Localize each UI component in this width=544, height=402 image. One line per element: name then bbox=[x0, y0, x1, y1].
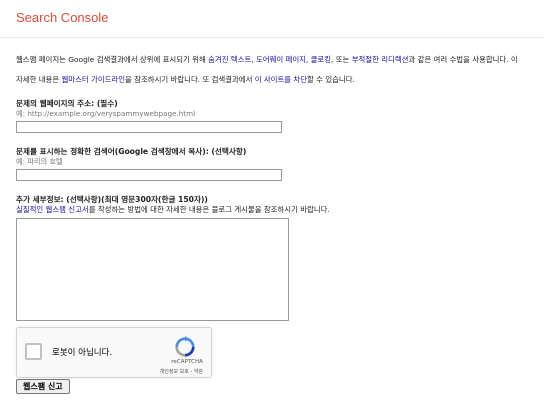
intro-text: 할 수 있습니다. bbox=[307, 75, 355, 84]
details-textarea[interactable] bbox=[16, 218, 289, 321]
recaptcha-checkbox[interactable] bbox=[25, 343, 42, 360]
block-site-link[interactable]: 이 사이트를 차단 bbox=[255, 75, 307, 84]
intro-paragraph-2: 자세한 내용은 웹마스터 가이드라인을 참조하시기 바랍니다. 또 검색결과에서… bbox=[16, 75, 544, 85]
intro-text: 웹스팸 페이지는 Google 검색결과에서 상위에 표시되기 위해 bbox=[16, 55, 209, 64]
intro-text: 자세한 내용은 bbox=[16, 75, 62, 84]
recaptcha-brand: reCAPTCHA bbox=[171, 359, 203, 365]
header: Search Console bbox=[0, 0, 544, 38]
recaptcha-label: 로봇이 아닙니다. bbox=[52, 348, 113, 358]
query-input[interactable] bbox=[16, 169, 282, 181]
url-input[interactable] bbox=[16, 121, 282, 133]
details-hint: 실질적인 웹스팸 신고서를 작성하는 방법에 대한 자세한 내용은 블로그 게시… bbox=[16, 205, 544, 215]
url-label: 문제의 웹페이지의 주소: (필수) bbox=[16, 99, 118, 108]
query-hint: 예: 파리의 호텔 bbox=[16, 157, 63, 166]
recaptcha-terms-link[interactable]: 개인정보 보호 - 약관 bbox=[160, 368, 203, 375]
intro-text: 을 참조하시기 바랍니다. 또 검색결과에서 bbox=[125, 75, 255, 84]
intro-paragraph-1: 웹스팸 페이지는 Google 검색결과에서 상위에 표시되기 위해 숨겨진 텍… bbox=[16, 55, 544, 65]
hidden-text-link[interactable]: 숨겨진 텍스트 bbox=[208, 55, 251, 64]
query-field-group: 문제를 표시하는 정확한 검색어(Google 검색창에서 복사): (선택사항… bbox=[16, 147, 544, 181]
main-content: 웹스팸 페이지는 Google 검색결과에서 상위에 표시되기 위해 숨겨진 텍… bbox=[16, 55, 544, 321]
recaptcha-logo-icon bbox=[175, 336, 195, 357]
webmaster-guidelines-link[interactable]: 웹마스터 가이드라인 bbox=[62, 75, 126, 84]
intro-text: , 또는 bbox=[331, 55, 352, 64]
details-hint-text: 를 작성하는 방법에 대한 자세한 내용은 블로그 게시물을 참조하시기 바랍니… bbox=[88, 205, 330, 214]
url-hint: 예: http://example.org/veryspammywebpage.… bbox=[16, 109, 196, 118]
cloaking-link[interactable]: 클로킹 bbox=[311, 55, 331, 64]
report-spam-button[interactable]: 웹스팸 신고 bbox=[16, 379, 70, 394]
brand-title: Search Console bbox=[16, 10, 109, 25]
spam-report-guide-link[interactable]: 실질적인 웹스팸 신고서 bbox=[16, 205, 89, 214]
details-field-group: 추가 세부정보: (선택사항)(최대 영문300자(한글 150자)) 실질적인… bbox=[16, 195, 544, 321]
intro-text: 과 같은 여러 수법을 사용합니다. 이 bbox=[408, 55, 518, 64]
details-label: 추가 세부정보: (선택사항)(최대 영문300자(한글 150자)) bbox=[16, 195, 208, 204]
query-label: 문제를 표시하는 정확한 검색어(Google 검색창에서 복사): (선택사항… bbox=[16, 147, 247, 156]
url-field-group: 문제의 웹페이지의 주소: (필수) 예: http://example.org… bbox=[16, 99, 544, 133]
doorway-pages-link[interactable]: 도어웨이 페이지 bbox=[256, 55, 306, 64]
sneaky-redirects-link[interactable]: 부적절한 리디렉션 bbox=[352, 55, 409, 64]
recaptcha-widget: 로봇이 아닙니다. reCAPTCHA 개인정보 보호 - 약관 bbox=[16, 327, 212, 378]
